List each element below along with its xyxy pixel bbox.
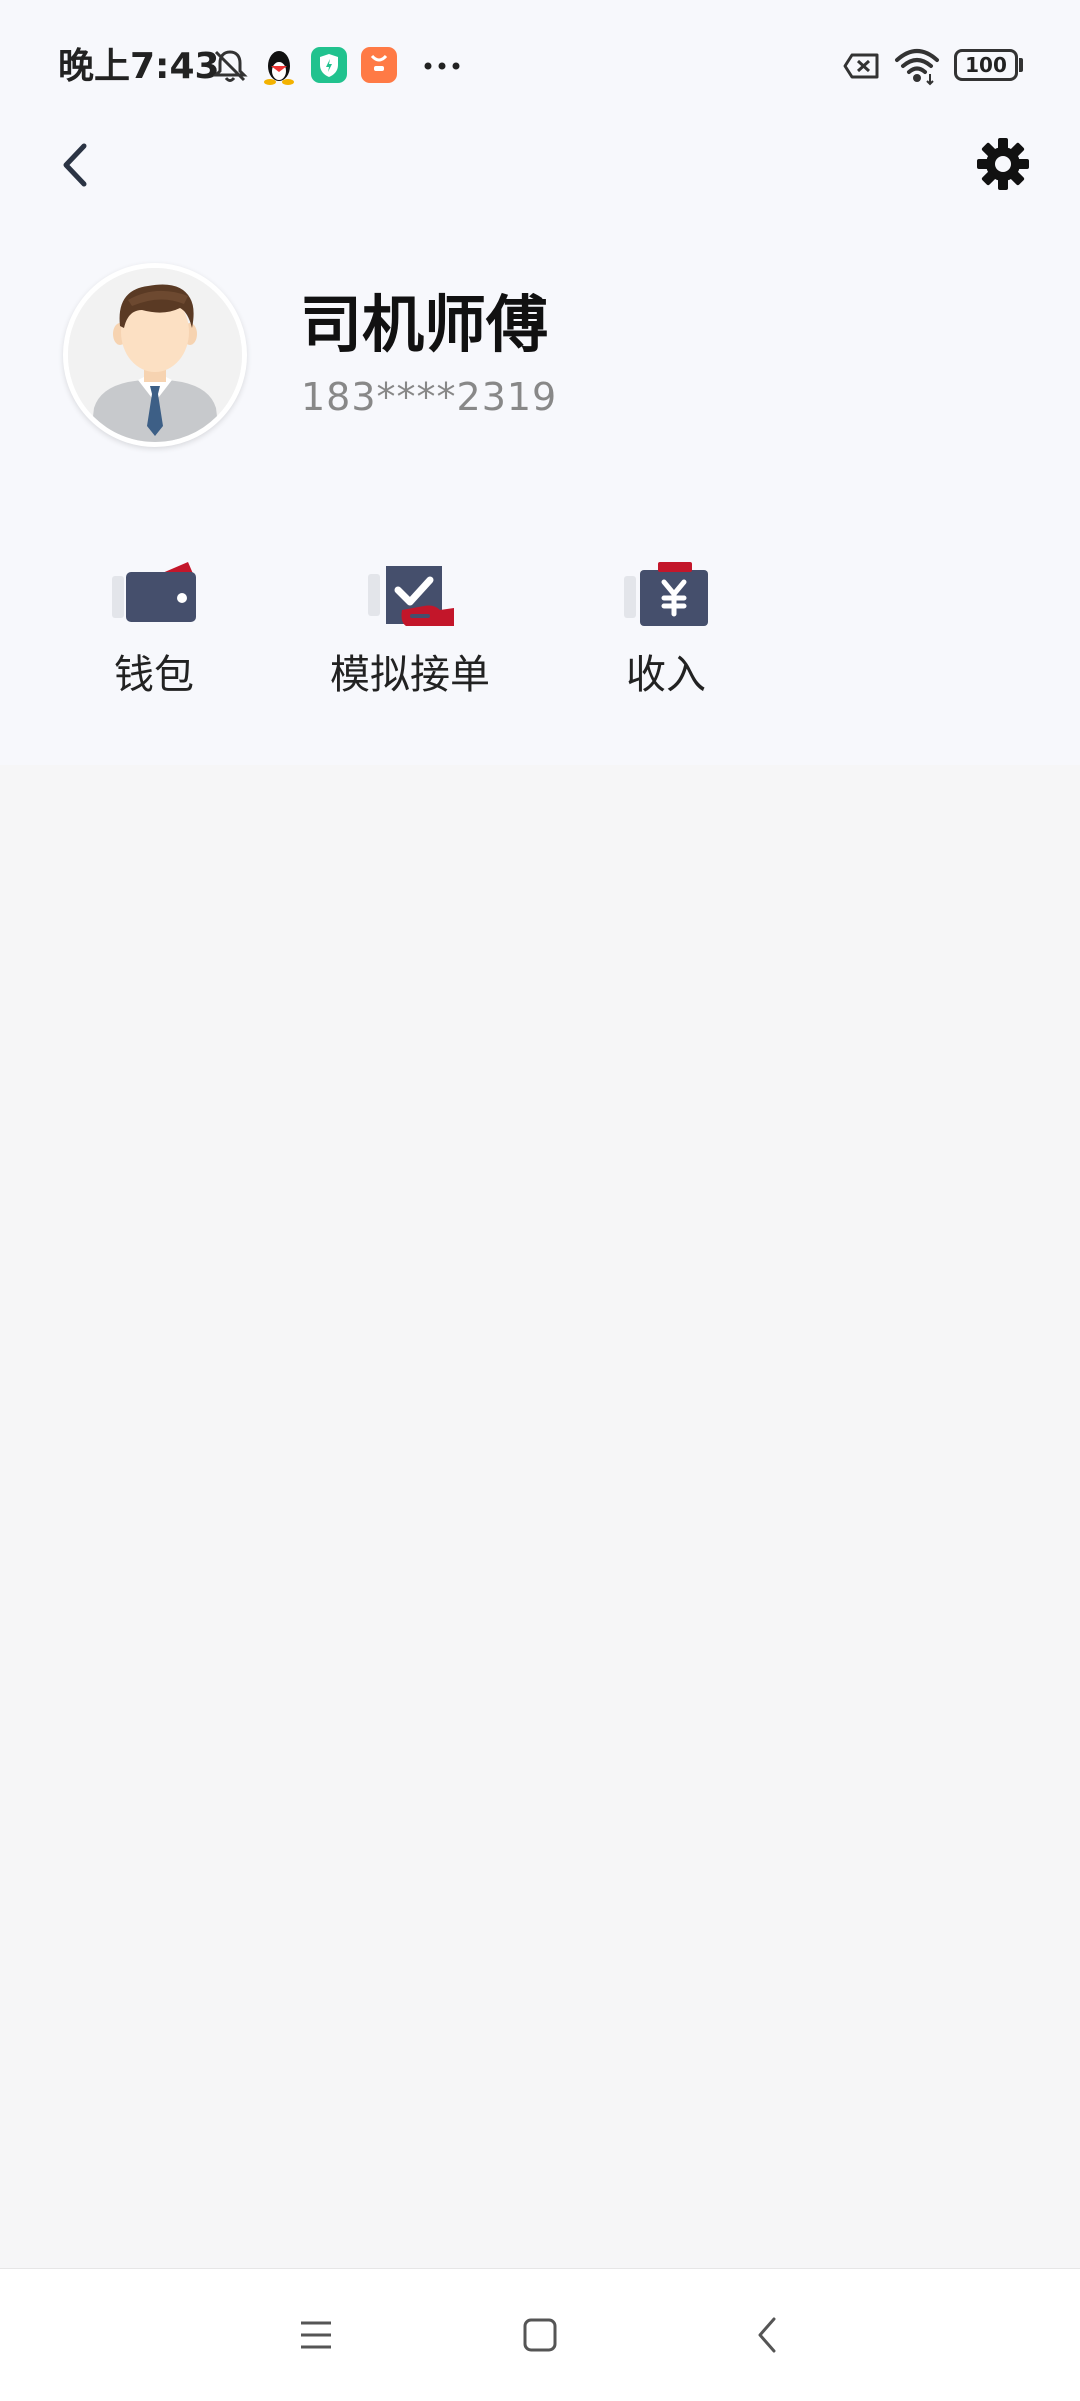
user-name: 司机师傅 (300, 288, 549, 361)
system-back-button[interactable] (738, 2305, 798, 2365)
income-label: 收入 (626, 652, 706, 698)
status-time: 晚上7:43 (58, 46, 220, 87)
more-dots-icon (424, 62, 460, 70)
order-check-icon (368, 566, 454, 626)
back-button[interactable] (52, 130, 102, 200)
wifi-icon (895, 49, 939, 86)
avatar[interactable] (63, 263, 247, 447)
wallet-label: 钱包 (114, 652, 194, 698)
home-button[interactable] (510, 2305, 570, 2365)
wallet-icon (112, 562, 196, 622)
sim-error-icon (843, 53, 879, 79)
menu-icon (301, 2321, 331, 2349)
mock-order-label: 模拟接单 (330, 652, 490, 698)
back-triangle-icon (758, 2317, 776, 2353)
user-phone: 183****2319 (301, 375, 558, 419)
income-yuan-icon (624, 562, 708, 626)
shield-app-icon (311, 47, 347, 83)
bell-muted-icon (212, 50, 248, 82)
home-square-icon (523, 2318, 557, 2352)
wallet-action[interactable]: 钱包 (44, 560, 264, 710)
system-nav-bar (0, 2268, 1080, 2401)
battery-icon: 100 (954, 49, 1018, 81)
status-bar: 晚上7:43 100 (0, 0, 1080, 130)
gear-icon (977, 138, 1029, 190)
chevron-left-icon (63, 143, 87, 187)
income-action[interactable]: 收入 (556, 560, 776, 710)
qq-icon (264, 51, 294, 85)
battery-tip (1019, 58, 1023, 72)
mock-order-action[interactable]: 模拟接单 (300, 560, 520, 710)
shopping-app-icon (361, 47, 397, 83)
user-avatar-icon (68, 268, 242, 442)
menu-button[interactable] (286, 2305, 346, 2365)
settings-button[interactable] (975, 136, 1031, 192)
